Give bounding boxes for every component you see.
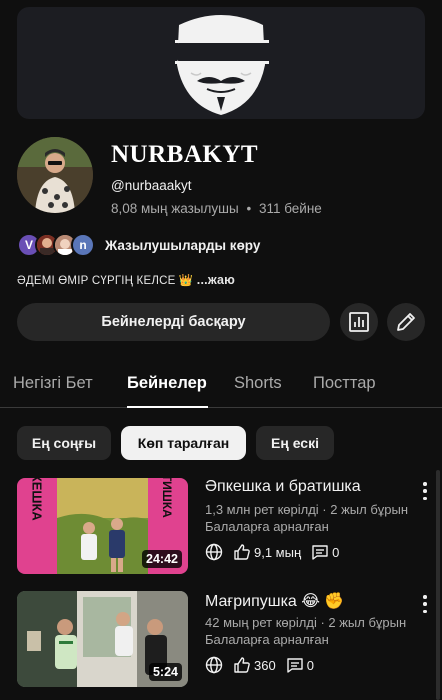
comment-count: 0: [332, 544, 340, 560]
comment-icon: [311, 543, 329, 561]
video-count: 311 бейне: [258, 201, 322, 216]
video-views-age: 42 мың рет көрілді · 2 жыл бұрын: [205, 615, 407, 630]
channel-handle: @nurbaaakyt: [111, 178, 192, 193]
guy-fawkes-mask-icon: [175, 15, 269, 115]
video-stats: 360 0: [205, 655, 314, 675]
tab-home[interactable]: Негізгі Бет: [13, 374, 93, 393]
video-duration: 24:42: [142, 550, 182, 568]
channel-name: NURBAKYT: [111, 141, 259, 168]
subscriber-avatar: n: [71, 233, 95, 257]
thumb-left-text: АПКЕШКА: [30, 478, 45, 521]
tab-posts[interactable]: Посттар: [313, 374, 376, 393]
video-duration: 5:24: [148, 663, 182, 681]
bio-more[interactable]: ...жаю: [197, 273, 235, 287]
video-thumbnail[interactable]: АПКЕШКА БРАТИШКА 24:42: [17, 478, 188, 574]
video-audience: Балаларға арналған: [205, 632, 329, 647]
comment-count: 0: [306, 657, 314, 673]
video-title[interactable]: Әпкешка и братишка: [205, 478, 405, 496]
subscriber-count: 8,08 мың жазылушы: [111, 201, 239, 216]
filter-oldest-chip[interactable]: Ең ескі: [256, 426, 334, 460]
video-stats: 9,1 мың 0: [205, 542, 339, 562]
thumb-right-text: БРАТИШКА: [160, 478, 174, 518]
active-tab-indicator: [127, 406, 208, 408]
stats-separator: •: [246, 201, 252, 216]
edit-channel-button[interactable]: [387, 303, 425, 341]
video-thumbnail[interactable]: 5:24: [17, 591, 188, 687]
video-item[interactable]: АПКЕШКА БРАТИШКА 24:42 Әпкешка и братишк…: [0, 478, 442, 574]
filter-latest-chip[interactable]: Ең соңғы: [17, 426, 111, 460]
channel-tabs: Негізгі Бет Бейнелер Shorts Посттар: [0, 366, 442, 408]
like-count: 9,1 мың: [254, 544, 302, 560]
analytics-icon: [349, 312, 369, 332]
tab-shorts[interactable]: Shorts: [234, 374, 282, 393]
globe-icon: [205, 656, 223, 674]
view-subscribers-link[interactable]: Жазылушыларды көру: [105, 238, 260, 253]
video-title[interactable]: Мағрипушка 😂 ✊: [205, 591, 405, 611]
bio-text: ӘДЕМІ ӨМІР СҮРГІҢ КЕЛСЕ: [17, 275, 176, 287]
analytics-button[interactable]: [340, 303, 378, 341]
manage-videos-button[interactable]: Бейнелерді басқару: [17, 303, 330, 341]
more-options-button[interactable]: [419, 593, 431, 615]
scrollbar[interactable]: [436, 470, 440, 700]
like-count: 360: [254, 657, 276, 673]
channel-description[interactable]: ӘДЕМІ ӨМІР СҮРГІҢ КЕЛСЕ 👑 ...жаю: [17, 273, 235, 287]
filter-popular-chip[interactable]: Көп таралған: [121, 426, 246, 460]
like-icon: [233, 656, 251, 674]
globe-icon: [205, 543, 223, 561]
view-subscribers-row[interactable]: V n Жазылушыларды көру: [17, 232, 260, 258]
video-item[interactable]: 5:24 Мағрипушка 😂 ✊ 42 мың рет көрілді ·…: [0, 591, 442, 687]
crown-emoji: 👑: [178, 275, 194, 287]
tab-videos[interactable]: Бейнелер: [127, 374, 207, 393]
channel-avatar[interactable]: [17, 137, 93, 213]
channel-banner: [17, 7, 425, 119]
channel-stats: 8,08 мың жазылушы • 311 бейне: [111, 201, 322, 216]
comment-icon: [286, 656, 304, 674]
like-icon: [233, 543, 251, 561]
video-views-age: 1,3 млн рет көрілді · 2 жыл бұрын: [205, 502, 409, 517]
more-options-button[interactable]: [419, 480, 431, 502]
pencil-icon: [397, 313, 415, 331]
video-audience: Балаларға арналған: [205, 519, 329, 534]
